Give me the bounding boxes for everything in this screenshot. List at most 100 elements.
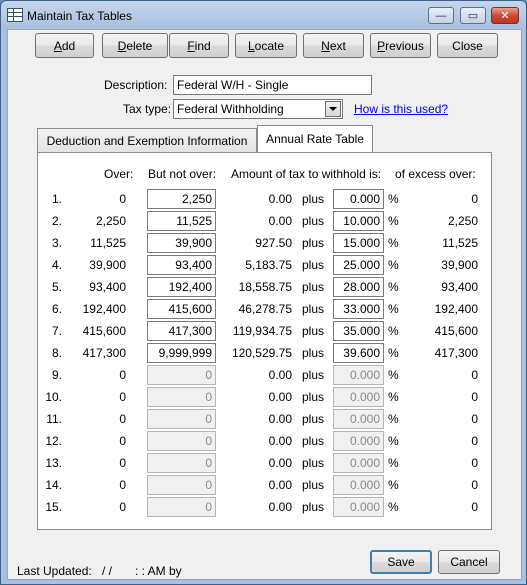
plus-label: plus <box>302 456 325 470</box>
excess-over-value: 11,525 <box>442 236 478 250</box>
tab-annual-rate-table[interactable]: Annual Rate Table <box>257 125 373 152</box>
description-input[interactable]: Federal W/H - Single <box>173 75 372 95</box>
not-over-header: But not over: <box>148 167 217 181</box>
over-header: Over: <box>104 167 134 181</box>
next-button[interactable]: Next <box>303 33 364 58</box>
maintain-tax-tables-window: Maintain Tax Tables — ▭ ✕ Add Delete Fin… <box>0 0 527 585</box>
locate-button[interactable]: Locate <box>235 33 297 58</box>
over-value: 93,400 <box>89 280 126 294</box>
row-number: 13. <box>45 456 62 470</box>
percent-label: % <box>388 236 399 250</box>
chevron-down-icon[interactable] <box>325 101 341 117</box>
over-value: 2,250 <box>95 214 126 228</box>
rate-input[interactable]: 25.000 <box>333 255 384 275</box>
excess-over-value: 39,900 <box>441 258 478 272</box>
tax-amount-value: 0.00 <box>268 478 292 492</box>
how-is-this-used-link[interactable]: How is this used? <box>354 102 448 116</box>
not-over-input[interactable]: 93,400 <box>147 255 216 275</box>
plus-label: plus <box>302 368 325 382</box>
tax-amount-value: 120,529.75 <box>231 346 292 360</box>
plus-label: plus <box>302 280 325 294</box>
excess-over-value: 0 <box>471 478 478 492</box>
percent-label: % <box>388 192 399 206</box>
not-over-input: 0 <box>147 365 216 385</box>
row-number: 8. <box>51 346 62 360</box>
percent-label: % <box>388 214 399 228</box>
rate-input[interactable]: 28.000 <box>333 277 384 297</box>
not-over-input[interactable]: 9,999,999 <box>147 343 216 363</box>
row-number: 11. <box>46 412 62 426</box>
minimize-button[interactable]: — <box>428 7 454 24</box>
plus-label: plus <box>302 236 325 250</box>
over-value: 417,300 <box>82 346 126 360</box>
annual-rate-table-panel: Over: But not over: Amount of tax to wit… <box>37 152 492 530</box>
rate-input[interactable]: 0.000 <box>333 189 384 209</box>
row-number: 5. <box>51 280 62 294</box>
excess-over-value: 2,250 <box>447 214 478 228</box>
rate-input[interactable]: 35.000 <box>333 321 384 341</box>
tax-amount-value: 0.00 <box>268 368 292 382</box>
excess-over-value: 93,400 <box>441 280 478 294</box>
rate-input[interactable]: 33.000 <box>333 299 384 319</box>
delete-button[interactable]: Delete <box>102 33 168 58</box>
plus-label: plus <box>302 346 325 360</box>
plus-label: plus <box>302 302 325 316</box>
rate-input: 0.000 <box>333 475 384 495</box>
last-updated-date: / / <box>102 564 113 578</box>
excess-header: of excess over: <box>395 167 476 181</box>
excess-over-value: 0 <box>471 368 478 382</box>
title-bar[interactable]: Maintain Tax Tables — ▭ ✕ <box>1 1 526 29</box>
window-title: Maintain Tax Tables <box>27 9 132 23</box>
excess-over-value: 415,600 <box>434 324 478 338</box>
tax-amount-value: 0.00 <box>268 214 292 228</box>
add-button[interactable]: Add <box>35 33 94 58</box>
table-icon <box>7 8 23 22</box>
not-over-input[interactable]: 39,900 <box>147 233 216 253</box>
previous-button[interactable]: Previous <box>370 33 431 58</box>
row-number: 7. <box>51 324 62 338</box>
tax-type-label: Tax type: <box>123 102 172 116</box>
not-over-input[interactable]: 2,250 <box>147 189 216 209</box>
last-updated-time: : : AM by <box>135 564 182 578</box>
tab-deduction-exemption[interactable]: Deduction and Exemption Information <box>37 128 257 152</box>
close-window-button[interactable]: ✕ <box>491 7 519 24</box>
not-over-input[interactable]: 11,525 <box>147 211 216 231</box>
over-value: 11,525 <box>90 236 126 250</box>
row-number: 3. <box>51 236 62 250</box>
not-over-input[interactable]: 192,400 <box>147 277 216 297</box>
cancel-button[interactable]: Cancel <box>438 550 500 574</box>
percent-label: % <box>388 324 399 338</box>
excess-over-value: 192,400 <box>434 302 478 316</box>
not-over-input: 0 <box>147 475 216 495</box>
percent-label: % <box>388 346 399 360</box>
row-number: 4. <box>51 258 62 272</box>
not-over-input[interactable]: 415,600 <box>147 299 216 319</box>
not-over-input[interactable]: 417,300 <box>147 321 216 341</box>
excess-over-value: 0 <box>471 412 478 426</box>
rate-input: 0.000 <box>333 453 384 473</box>
not-over-input: 0 <box>147 409 216 429</box>
rate-input[interactable]: 10.000 <box>333 211 384 231</box>
plus-label: plus <box>302 214 325 228</box>
tax-type-value: Federal Withholding <box>177 102 284 116</box>
close-button[interactable]: Close <box>437 33 498 58</box>
rate-input[interactable]: 39.600 <box>333 343 384 363</box>
plus-label: plus <box>302 390 325 404</box>
plus-label: plus <box>302 478 325 492</box>
row-number: 10. <box>45 390 62 404</box>
dialog-client-area: Add Delete Find Locate Next Previous Clo… <box>7 29 522 580</box>
tax-type-select[interactable]: Federal Withholding <box>173 99 343 119</box>
row-number: 1. <box>51 192 62 206</box>
amount-header: Amount of tax to withhold is: <box>231 167 382 181</box>
find-button[interactable]: Find <box>169 33 229 58</box>
row-number: 12. <box>45 434 62 448</box>
maximize-button[interactable]: ▭ <box>460 7 486 24</box>
excess-over-value: 0 <box>471 456 478 470</box>
save-button[interactable]: Save <box>370 550 432 574</box>
rate-input[interactable]: 15.000 <box>333 233 384 253</box>
tax-amount-value: 0.00 <box>268 192 292 206</box>
tax-amount-value: 5,183.75 <box>245 258 292 272</box>
over-value: 0 <box>119 478 126 492</box>
over-value: 0 <box>119 412 126 426</box>
tax-amount-value: 18,558.75 <box>238 280 292 294</box>
